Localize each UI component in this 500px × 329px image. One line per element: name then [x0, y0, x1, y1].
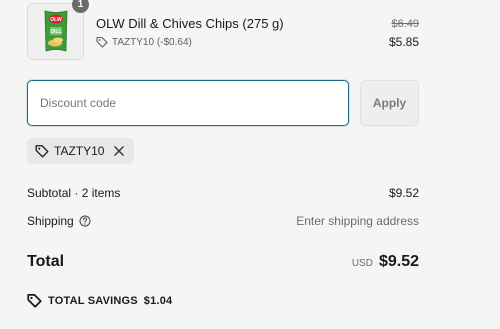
- product-brand-text: OLW: [50, 17, 62, 23]
- total-currency: USD: [351, 258, 373, 269]
- product-price-final: $5.85: [388, 35, 419, 49]
- total-savings: TOTAL SAVINGS $1.04: [27, 293, 172, 308]
- quantity-badge: 1: [72, 0, 89, 13]
- subtotal-label: Subtotal · 2 items: [27, 186, 121, 200]
- shipping-value: Enter shipping address: [296, 214, 419, 228]
- tag-icon: [35, 145, 49, 158]
- subtotal-value: $9.52: [388, 186, 419, 200]
- chips-bag-image: OLW DILL: [44, 10, 68, 52]
- shipping-label: Shipping: [27, 214, 74, 228]
- product-discount-line: TAZTY10 (-$0.64): [96, 36, 192, 48]
- product-price-original: $6.49: [391, 18, 419, 30]
- tag-icon: [96, 36, 108, 48]
- discount-code-input[interactable]: [27, 80, 349, 126]
- checkout-order-summary: OLW DILL 1 OLW Dill & Chives Chips (275 …: [0, 0, 500, 329]
- total-amount: $9.52: [378, 253, 419, 270]
- product-flavor-text: DILL: [50, 29, 61, 35]
- product-discount-label: TAZTY10 (-$0.64): [112, 36, 192, 48]
- tag-icon: [27, 294, 42, 308]
- question-circle-icon[interactable]: [79, 215, 91, 227]
- product-title: OLW Dill & Chives Chips (275 g): [96, 16, 284, 31]
- apply-discount-button[interactable]: Apply: [360, 80, 419, 126]
- total-value-group: USD $9.52: [352, 253, 419, 271]
- applied-discount-code: TAZTY10: [54, 144, 105, 158]
- close-icon[interactable]: [112, 144, 126, 158]
- total-label: Total: [27, 253, 65, 270]
- shipping-row-label: Shipping: [27, 214, 91, 228]
- total-savings-label: TOTAL SAVINGS: [48, 294, 138, 307]
- applied-discount-chip: TAZTY10: [27, 138, 135, 164]
- total-savings-value: $1.04: [143, 294, 173, 307]
